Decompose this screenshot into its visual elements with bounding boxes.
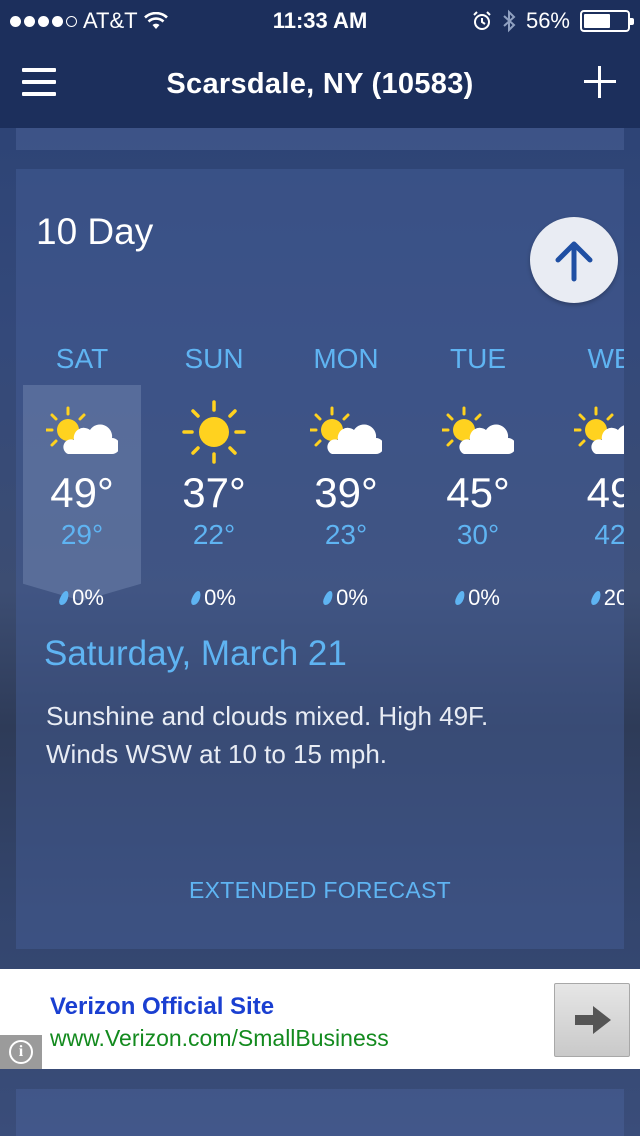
precip-value: 0% xyxy=(336,585,368,610)
day-low-temp: 42 xyxy=(594,519,624,550)
day-precip: 0% xyxy=(280,585,412,611)
forecast-days-row[interactable]: SAT 49° 29° 0% SUN 37° 22° 0% MON 39° 23… xyxy=(16,339,624,639)
description-line: Sunshine and clouds mixed. High 49F. xyxy=(46,701,489,731)
add-location-icon[interactable] xyxy=(584,66,616,98)
scroll-to-top-button[interactable] xyxy=(530,217,618,303)
raindrop-icon xyxy=(453,591,467,605)
status-right: 56% xyxy=(472,8,634,34)
precip-value: 0% xyxy=(204,585,236,610)
day-high-temp: 37° xyxy=(182,469,246,516)
raindrop-icon xyxy=(589,591,603,605)
ad-title[interactable]: Verizon Official Site xyxy=(50,993,274,1021)
day-high-temp: 39° xyxy=(314,469,378,516)
next-card-edge xyxy=(16,1089,624,1136)
raindrop-icon xyxy=(57,591,71,605)
day-precip: 20 xyxy=(544,585,624,611)
extended-forecast-link[interactable]: EXTENDED FORECAST xyxy=(16,877,624,904)
precip-value: 0% xyxy=(72,585,104,610)
sunny-icon xyxy=(148,397,280,467)
day-name: SUN xyxy=(184,343,244,374)
ad-url[interactable]: www.Verizon.com/SmallBusiness xyxy=(50,1025,389,1052)
card-title: 10 Day xyxy=(36,211,154,252)
day-name: MON xyxy=(313,343,379,374)
forecast-day-wed[interactable]: WE 49 42 20 xyxy=(544,339,624,611)
previous-card-edge xyxy=(16,128,624,150)
bluetooth-icon xyxy=(503,9,516,33)
selected-day-date: Saturday, March 21 xyxy=(44,634,347,673)
forecast-day-sun[interactable]: SUN 37° 22° 0% xyxy=(148,339,280,611)
nav-bar: Scarsdale, NY (10583) xyxy=(0,40,640,128)
ad-banner[interactable]: Verizon Official Site www.Verizon.com/Sm… xyxy=(0,969,640,1069)
ad-go-button[interactable] xyxy=(554,983,630,1057)
partly-sunny-icon xyxy=(280,397,412,467)
day-low-temp: 23° xyxy=(324,519,368,550)
forecast-day-mon[interactable]: MON 39° 23° 0% xyxy=(280,339,412,611)
ten-day-forecast-card: 10 Day SAT 49° 29° 0% SUN 37° 22° 0% MON… xyxy=(16,169,624,949)
precip-value: 0% xyxy=(468,585,500,610)
day-precip: 0% xyxy=(148,585,280,611)
battery-icon xyxy=(580,10,634,32)
day-high-temp: 49 xyxy=(586,469,624,516)
day-precip: 0% xyxy=(16,585,148,611)
day-name: WE xyxy=(587,343,624,374)
day-low-temp: 22° xyxy=(192,519,236,550)
day-name: TUE xyxy=(450,343,506,374)
forecast-day-sat[interactable]: SAT 49° 29° 0% xyxy=(16,339,148,611)
ad-info-button[interactable]: i xyxy=(0,1035,42,1069)
description-line: Winds WSW at 10 to 15 mph. xyxy=(46,739,388,769)
info-icon: i xyxy=(9,1040,33,1064)
day-high-temp: 49° xyxy=(50,469,114,516)
day-low-temp: 29° xyxy=(60,519,104,550)
selected-day-description: Sunshine and clouds mixed. High 49F. Win… xyxy=(46,697,586,773)
day-precip: 0% xyxy=(412,585,544,611)
day-high-temp: 45° xyxy=(446,469,510,516)
partly-sunny-icon xyxy=(412,397,544,467)
raindrop-icon xyxy=(189,591,203,605)
raindrop-icon xyxy=(321,591,335,605)
forecast-day-tue[interactable]: TUE 45° 30° 0% xyxy=(412,339,544,611)
battery-percent: 56% xyxy=(525,8,570,33)
arrow-up-icon xyxy=(555,241,593,282)
precip-value: 20 xyxy=(603,585,624,610)
location-title[interactable]: Scarsdale, NY (10583) xyxy=(0,68,640,101)
partly-sunny-icon xyxy=(544,397,624,467)
day-name: SAT xyxy=(55,343,109,374)
arrow-right-icon xyxy=(575,1006,611,1034)
alarm-icon xyxy=(473,11,491,30)
day-low-temp: 30° xyxy=(456,519,500,550)
partly-sunny-icon xyxy=(16,397,148,467)
status-bar: AT&T 11:33 AM 56% xyxy=(0,0,640,40)
